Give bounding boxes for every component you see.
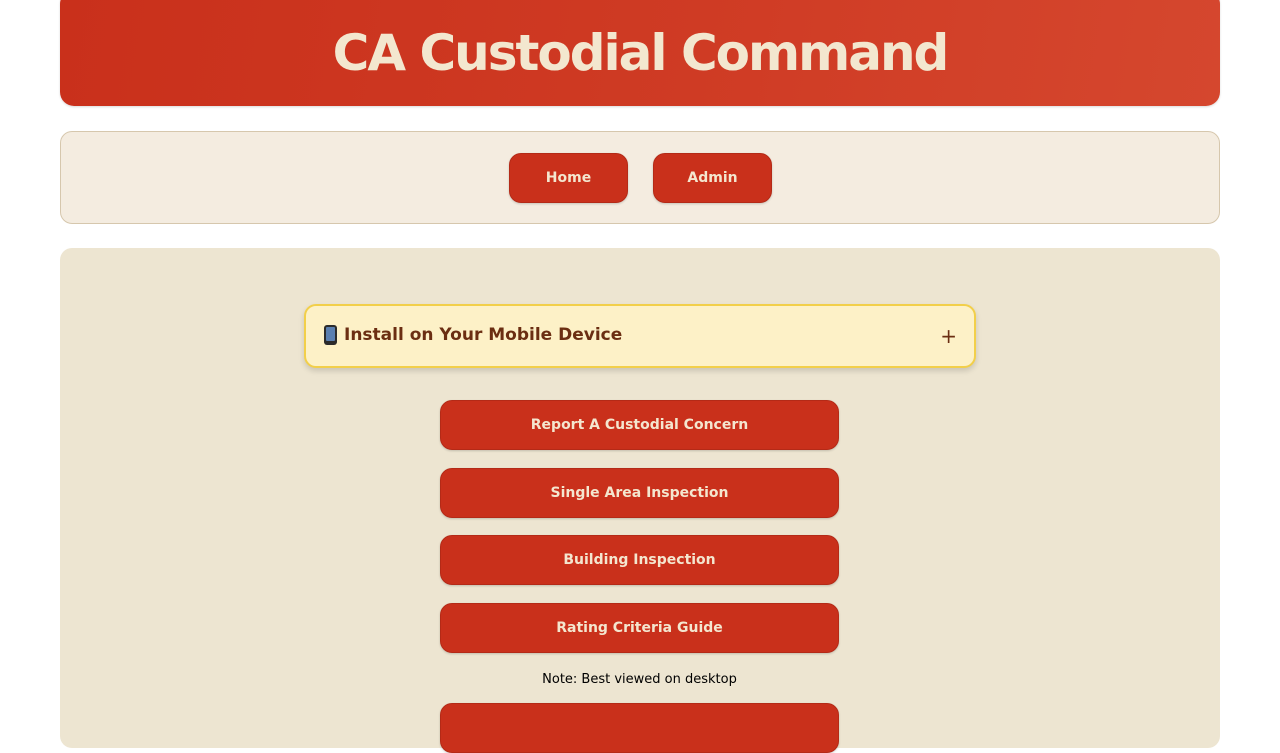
- mobile-phone-icon: [324, 325, 337, 345]
- app-header: CA Custodial Command: [60, 0, 1220, 106]
- home-button[interactable]: Home: [509, 153, 628, 203]
- single-area-inspection-button[interactable]: Single Area Inspection: [440, 468, 839, 518]
- main-panel: Install on Your Mobile Device + Report A…: [60, 248, 1220, 753]
- install-banner-label: Install on Your Mobile Device: [344, 325, 623, 345]
- install-banner[interactable]: Install on Your Mobile Device +: [304, 304, 976, 368]
- page-title: CA Custodial Command: [332, 24, 950, 82]
- expand-plus-icon[interactable]: +: [940, 324, 957, 348]
- desktop-note: Note: Best viewed on desktop: [542, 672, 737, 687]
- rating-criteria-guide-button[interactable]: Rating Criteria Guide: [440, 603, 839, 653]
- report-concern-button[interactable]: Report A Custodial Concern: [440, 400, 839, 450]
- additional-action-button[interactable]: [440, 703, 839, 753]
- admin-button[interactable]: Admin: [653, 153, 772, 203]
- building-inspection-button[interactable]: Building Inspection: [440, 535, 839, 585]
- nav-bar: Home Admin: [60, 131, 1220, 224]
